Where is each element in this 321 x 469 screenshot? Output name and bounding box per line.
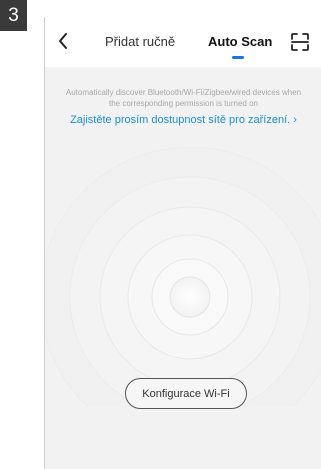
scan-radar [45,146,321,448]
step-badge: 3 [0,0,27,31]
active-tab-indicator [232,56,244,59]
scan-frame-icon [291,33,309,51]
auto-discover-info: Automatically discover Bluetooth/Wi-Fi/Z… [45,87,321,109]
chevron-right-icon: › [293,114,297,126]
scan-button[interactable] [289,31,311,53]
top-bar: Přidat ručně Auto Scan [45,17,321,67]
back-button[interactable] [53,29,73,53]
tab-manual-add[interactable]: Přidat ručně [105,34,175,49]
info-line-2: the corresponding permission is turned o… [109,99,258,108]
link-text: Zajistěte prosím dostupnost sítě pro zař… [70,114,291,126]
network-availability-link[interactable]: Zajistěte prosím dostupnost sítě pro zař… [45,114,321,126]
phone-screen: Přidat ručně Auto Scan Automatically dis… [44,17,321,469]
radar-rings [45,146,321,448]
info-line-1: Automatically discover Bluetooth/Wi-Fi/Z… [65,88,302,97]
wifi-config-button[interactable]: Konfigurace Wi-Fi [125,378,247,409]
tab-auto-scan[interactable]: Auto Scan [208,34,272,49]
chevron-left-icon [59,33,67,49]
